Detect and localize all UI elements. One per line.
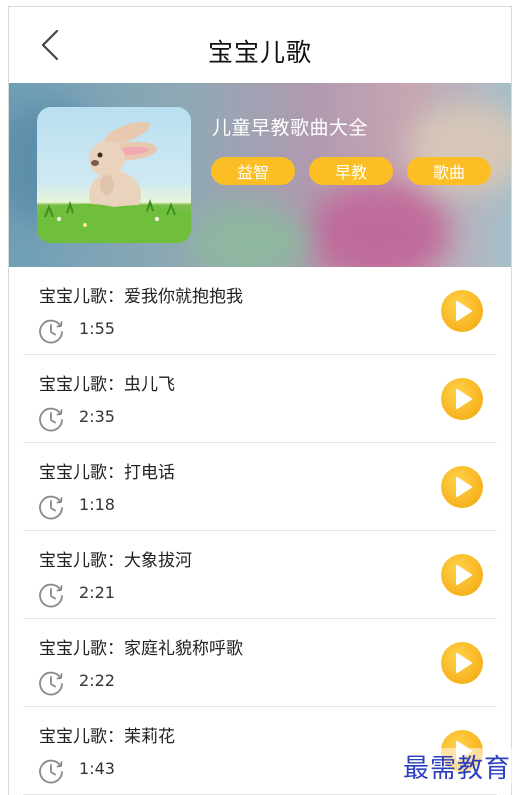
- song-duration: 1:18: [79, 495, 115, 514]
- watermark: 最需教育: [400, 748, 513, 785]
- app-screen: 宝宝儿歌 儿童早教歌曲大全 益智 早教 歌曲 宝宝儿歌：爱我你就抱抱我 1:55…: [8, 6, 512, 795]
- list-item[interactable]: 宝宝儿歌：虫儿飞 2:35: [23, 355, 497, 443]
- tag-list: 益智 早教 歌曲: [211, 157, 491, 185]
- play-button[interactable]: [441, 378, 483, 420]
- play-button[interactable]: [441, 642, 483, 684]
- play-icon: [456, 565, 472, 585]
- tag-songs[interactable]: 歌曲: [407, 157, 491, 185]
- clock-icon: [39, 759, 63, 784]
- play-button[interactable]: [441, 466, 483, 508]
- list-item[interactable]: 宝宝儿歌：爱我你就抱抱我 1:55: [23, 267, 497, 355]
- list-item[interactable]: 宝宝儿歌：打电话 1:18: [23, 443, 497, 531]
- play-button[interactable]: [441, 290, 483, 332]
- top-bar: 宝宝儿歌: [9, 7, 511, 83]
- clock-icon: [39, 407, 63, 432]
- play-icon: [456, 389, 472, 409]
- song-duration: 1:43: [79, 759, 115, 778]
- clock-icon: [39, 671, 63, 696]
- list-item[interactable]: 宝宝儿歌：家庭礼貌称呼歌 2:22: [23, 619, 497, 707]
- song-duration: 2:35: [79, 407, 115, 426]
- play-icon: [456, 477, 472, 497]
- list-item[interactable]: 宝宝儿歌：大象拔河 2:21: [23, 531, 497, 619]
- song-title: 宝宝儿歌：虫儿飞: [39, 375, 175, 395]
- song-title: 宝宝儿歌：茉莉花: [39, 727, 175, 747]
- song-duration: 2:21: [79, 583, 115, 602]
- album-cover[interactable]: [37, 107, 191, 243]
- bunny-cover-image: [37, 121, 191, 243]
- song-list: 宝宝儿歌：爱我你就抱抱我 1:55 宝宝儿歌：虫儿飞 2:35 宝宝儿歌：打电话 1:18…: [9, 267, 511, 795]
- tag-puzzle[interactable]: 益智: [211, 157, 295, 185]
- play-icon: [456, 301, 472, 321]
- song-title: 宝宝儿歌：大象拔河: [39, 551, 192, 571]
- song-duration: 2:22: [79, 671, 115, 690]
- song-title: 宝宝儿歌：打电话: [39, 463, 175, 483]
- play-button[interactable]: [441, 554, 483, 596]
- album-title: 儿童早教歌曲大全: [212, 117, 369, 139]
- song-title: 宝宝儿歌：爱我你就抱抱我: [39, 287, 243, 307]
- clock-icon: [39, 495, 63, 520]
- song-duration: 1:55: [79, 319, 115, 338]
- tag-early-education[interactable]: 早教: [309, 157, 393, 185]
- page-title: 宝宝儿歌: [207, 38, 312, 67]
- song-title: 宝宝儿歌：家庭礼貌称呼歌: [39, 639, 243, 659]
- play-icon: [456, 653, 472, 673]
- album-banner: 儿童早教歌曲大全 益智 早教 歌曲: [9, 83, 511, 267]
- clock-icon: [39, 319, 63, 344]
- clock-icon: [39, 583, 63, 608]
